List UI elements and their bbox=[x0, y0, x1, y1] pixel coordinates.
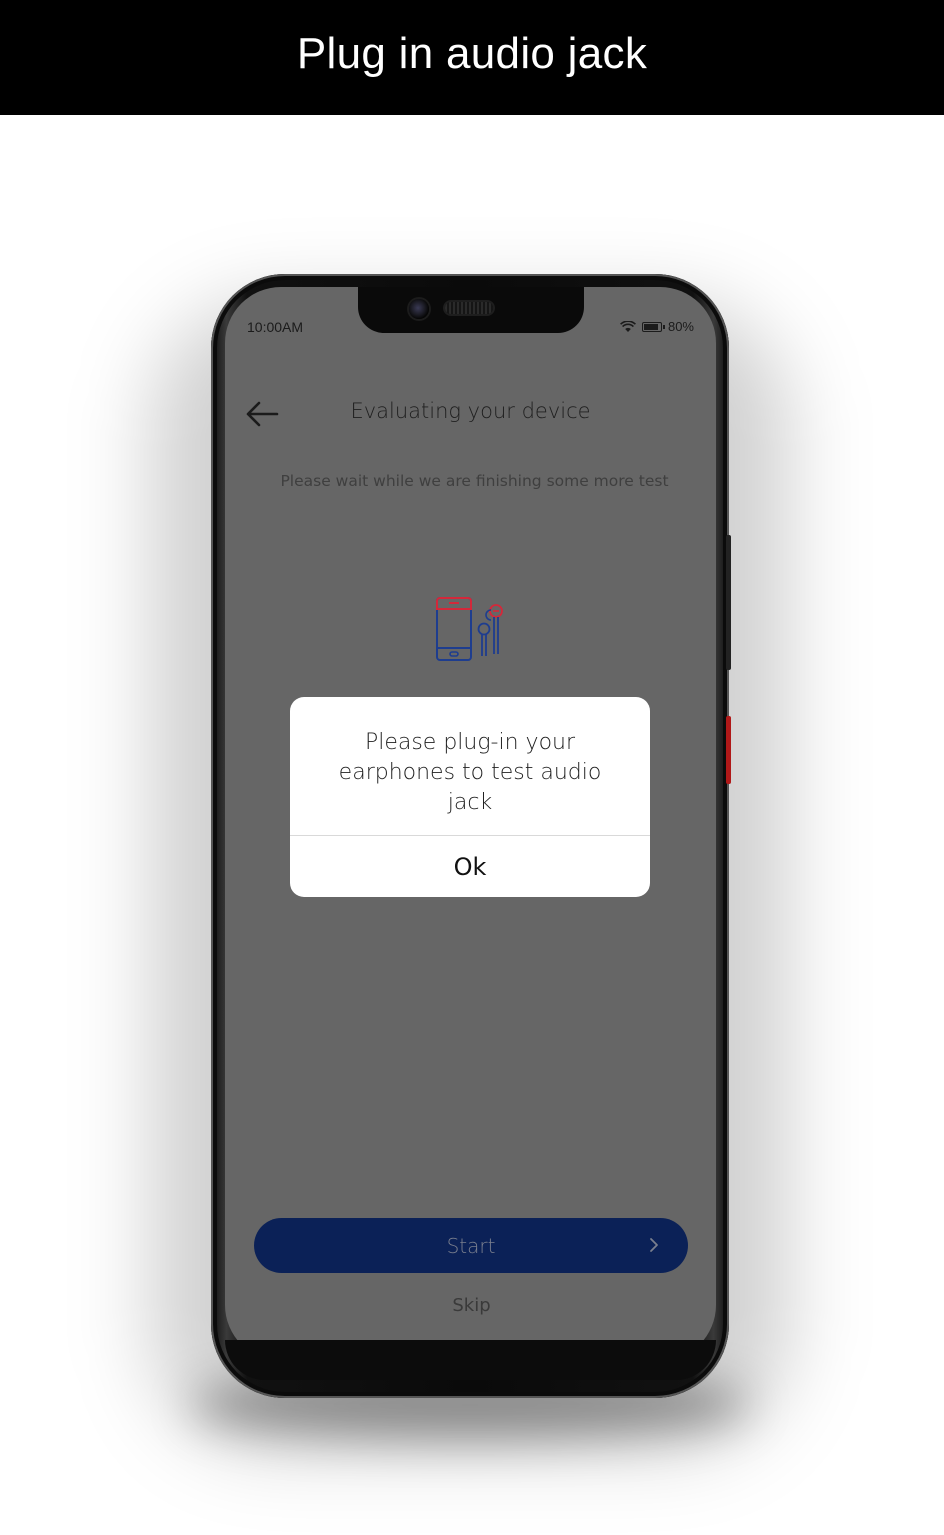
status-time: 10:00AM bbox=[247, 319, 304, 335]
volume-button bbox=[726, 535, 731, 670]
status-indicators: 80% bbox=[620, 319, 694, 334]
start-button-label: Start bbox=[446, 1233, 496, 1258]
plug-in-dialog: Please plug-in your earphones to test au… bbox=[290, 697, 650, 897]
battery-icon bbox=[641, 321, 665, 332]
phone-earphones-icon bbox=[436, 597, 503, 661]
phone-chin bbox=[225, 1340, 716, 1380]
chevron-right-icon bbox=[650, 1238, 658, 1252]
top-banner: Plug in audio jack bbox=[0, 0, 944, 115]
ok-button[interactable]: Ok bbox=[290, 836, 650, 897]
skip-link[interactable]: Skip bbox=[225, 1295, 716, 1316]
page-title: Evaluating your device bbox=[350, 399, 591, 423]
battery-percent: 80% bbox=[667, 319, 694, 334]
front-camera-icon bbox=[409, 299, 429, 319]
phone-screen: 10:00AM 80% Evaluating your device Pleas… bbox=[225, 287, 716, 1361]
earpiece-speaker-icon bbox=[445, 302, 493, 314]
subtitle-text: Please wait while we are finishing some … bbox=[280, 472, 669, 490]
banner-title: Plug in audio jack bbox=[296, 28, 648, 78]
start-button[interactable]: Start bbox=[254, 1218, 688, 1273]
power-button bbox=[726, 716, 731, 784]
dialog-message: Please plug-in your earphones to test au… bbox=[338, 730, 602, 815]
wifi-icon bbox=[620, 320, 636, 332]
